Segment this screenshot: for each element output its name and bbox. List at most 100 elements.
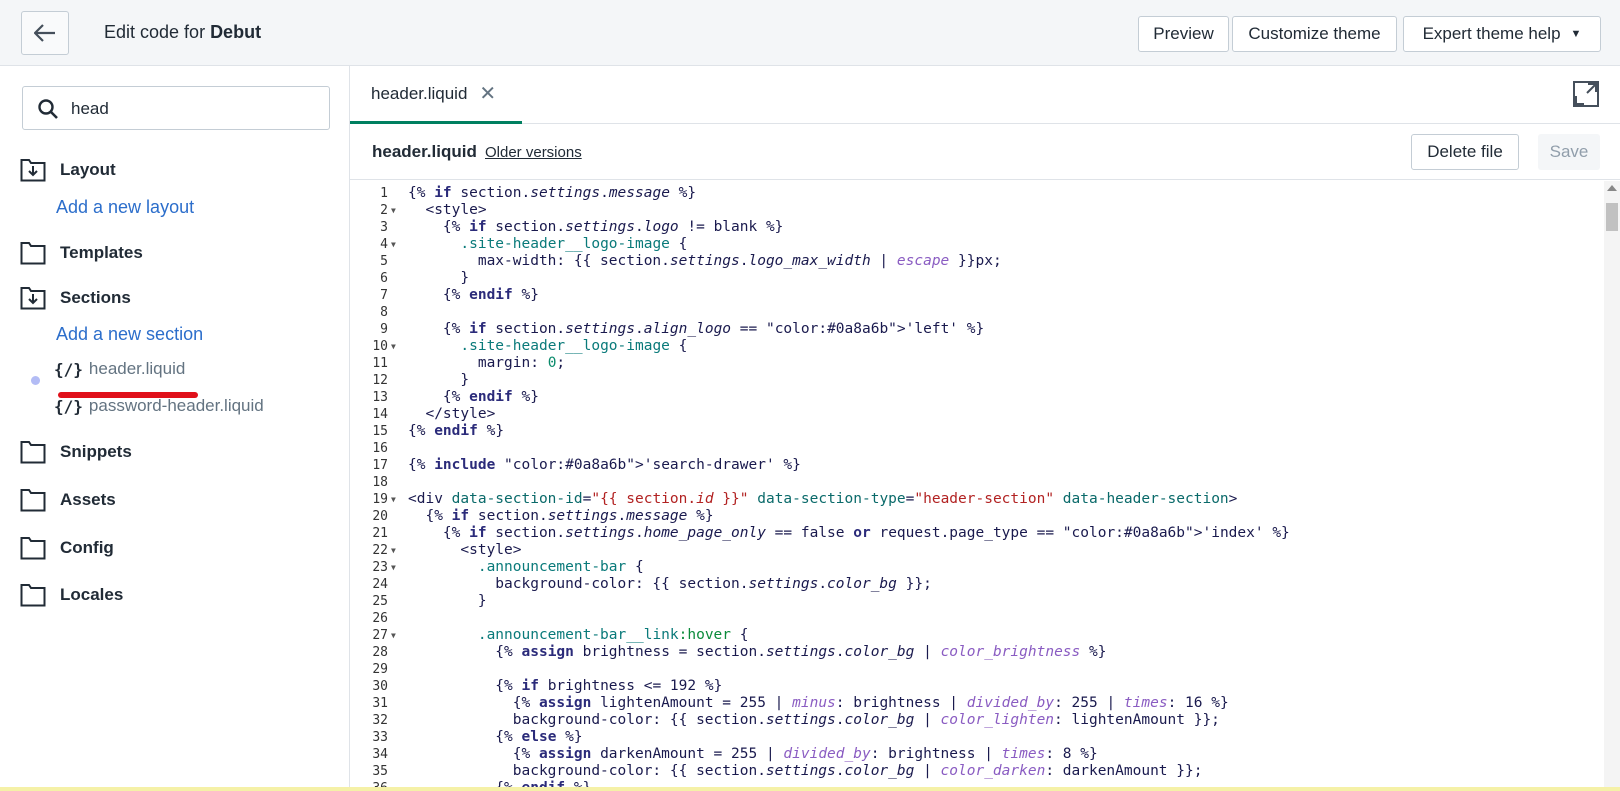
folder-snippets[interactable]: Snippets <box>20 437 132 467</box>
search-value: head <box>71 99 109 118</box>
bottom-edge <box>0 787 1620 791</box>
code-line[interactable]: .announcement-bar { <box>408 559 644 576</box>
line-number: 5 <box>380 254 388 269</box>
search-input[interactable]: head <box>22 86 330 130</box>
fold-arrow-icon[interactable]: ▼ <box>391 236 396 253</box>
line-number: 34 <box>372 747 388 762</box>
vertical-scrollbar[interactable] <box>1604 181 1620 791</box>
line-number: 20 <box>372 509 388 524</box>
code-line[interactable]: background-color: {{ section.settings.co… <box>408 576 932 593</box>
line-number: 22 <box>372 543 388 558</box>
code-line[interactable]: {% assign darkenAmount = 255 | divided_b… <box>408 746 1098 763</box>
code-line[interactable]: {% if section.settings.message %} <box>408 508 713 525</box>
code-line[interactable]: } <box>408 270 469 287</box>
line-number: 35 <box>372 764 388 779</box>
line-number: 3 <box>380 220 388 235</box>
line-number: 15 <box>372 424 388 439</box>
line-number: 11 <box>372 356 388 371</box>
code-line[interactable]: background-color: {{ section.settings.co… <box>408 763 1203 780</box>
modified-dot <box>31 376 40 385</box>
code-line[interactable]: {% if brightness <= 192 %} <box>408 678 722 695</box>
code-line[interactable]: <div data-section-id="{{ section.id }}" … <box>408 491 1237 508</box>
editor-panel: header.liquid ✕ header.liquid Older vers… <box>350 66 1620 791</box>
fold-arrow-icon[interactable]: ▼ <box>391 542 396 559</box>
scroll-up-arrow[interactable] <box>1607 185 1617 191</box>
code-line[interactable]: <style> <box>408 202 486 219</box>
code-line[interactable]: {% if section.settings.home_page_only ==… <box>408 525 1290 542</box>
code-line[interactable]: .site-header__logo-image { <box>408 338 687 355</box>
line-number: 33 <box>372 730 388 745</box>
code-line[interactable]: </style> <box>408 406 495 423</box>
fold-arrow-icon[interactable]: ▼ <box>391 491 396 508</box>
folder-download-icon <box>20 287 46 310</box>
line-number: 12 <box>372 373 388 388</box>
fold-arrow-icon[interactable]: ▼ <box>391 559 396 576</box>
save-button[interactable]: Save <box>1538 134 1600 170</box>
line-number-gutter: 1 2 ▼ 3 4 ▼ 5 6 7 8 9 10 ▼ 11 12 13 14 15 16 17 18 19 ▼ 20 21 22 ▼… <box>350 181 400 791</box>
code-line[interactable]: {% if section.settings.logo != blank %} <box>408 219 784 236</box>
line-number: 14 <box>372 407 388 422</box>
code-line[interactable]: background-color: {{ section.settings.co… <box>408 712 1220 729</box>
expand-icon[interactable] <box>1572 80 1600 108</box>
close-icon[interactable]: ✕ <box>479 81 496 106</box>
code-line[interactable]: {% assign lightenAmount = 255 | minus: b… <box>408 695 1229 712</box>
code-line[interactable]: {% assign brightness = section.settings.… <box>408 644 1106 661</box>
code-line[interactable]: <style> <box>408 542 521 559</box>
fold-arrow-icon[interactable]: ▼ <box>391 627 396 644</box>
back-button[interactable] <box>21 11 69 55</box>
code-line[interactable]: {% include "color:#0a8a6b">'search-drawe… <box>408 457 801 474</box>
search-icon <box>38 99 58 119</box>
code-line[interactable]: } <box>408 593 487 610</box>
code-line[interactable]: {% if section.settings.align_logo == "co… <box>408 321 984 338</box>
code-editor[interactable]: 1 2 ▼ 3 4 ▼ 5 6 7 8 9 10 ▼ 11 12 13 14 15 16 17 18 19 ▼ 20 21 22 ▼… <box>350 181 1620 791</box>
scroll-thumb[interactable] <box>1606 203 1618 231</box>
folder-layout[interactable]: Layout <box>20 155 116 185</box>
fold-arrow-icon[interactable]: ▼ <box>391 202 396 219</box>
folder-templates[interactable]: Templates <box>20 238 143 268</box>
line-number: 10 <box>372 339 388 354</box>
folder-icon <box>20 441 46 464</box>
folder-icon <box>20 489 46 512</box>
line-number: 1 <box>380 186 388 201</box>
preview-button[interactable]: Preview <box>1138 16 1229 52</box>
code-line[interactable]: {% endif %} <box>408 423 504 440</box>
file-password-header-liquid[interactable]: {/} password-header.liquid <box>54 396 264 416</box>
line-number: 28 <box>372 645 388 660</box>
liquid-file-icon: {/} <box>54 359 83 379</box>
tab-header-liquid[interactable]: header.liquid ✕ <box>350 66 522 124</box>
customize-theme-button[interactable]: Customize theme <box>1232 16 1397 52</box>
file-name: header.liquid <box>372 142 477 161</box>
add-section-link[interactable]: Add a new section <box>56 324 203 345</box>
line-number: 29 <box>372 662 388 677</box>
code-line[interactable]: .site-header__logo-image { <box>408 236 687 253</box>
line-number: 18 <box>372 475 388 490</box>
code-line[interactable]: {% endif %} <box>408 389 539 406</box>
line-number: 4 <box>380 237 388 252</box>
folder-locales[interactable]: Locales <box>20 580 123 610</box>
older-versions-link[interactable]: Older versions <box>485 144 582 161</box>
line-number: 25 <box>372 594 388 609</box>
line-number: 24 <box>372 577 388 592</box>
folder-assets[interactable]: Assets <box>20 485 116 515</box>
fold-arrow-icon[interactable]: ▼ <box>391 338 396 355</box>
folder-config[interactable]: Config <box>20 533 114 563</box>
code-line[interactable]: margin: 0; <box>408 355 565 372</box>
folder-sections[interactable]: Sections <box>20 283 131 313</box>
code-line[interactable]: {% endif %} <box>408 287 539 304</box>
add-layout-link[interactable]: Add a new layout <box>56 197 194 218</box>
code-line[interactable]: .announcement-bar__link:hover { <box>408 627 749 644</box>
code-line[interactable]: } <box>408 372 469 389</box>
folder-icon <box>20 242 46 265</box>
delete-file-button[interactable]: Delete file <box>1411 134 1519 170</box>
line-number: 27 <box>372 628 388 643</box>
line-number: 2 <box>380 203 388 218</box>
code-line[interactable]: max-width: {{ section.settings.logo_max_… <box>408 253 1002 270</box>
code-line[interactable]: {% else %} <box>408 729 582 746</box>
line-number: 9 <box>380 322 388 337</box>
file-sidebar: head Layout Add a new layout Templates S… <box>0 66 350 791</box>
line-number: 8 <box>380 305 388 320</box>
expert-theme-help-button[interactable]: Expert theme help ▼ <box>1403 16 1601 52</box>
code-line[interactable]: {% if section.settings.message %} <box>408 185 696 202</box>
file-header-liquid[interactable]: {/} header.liquid <box>54 359 185 379</box>
caret-down-icon: ▼ <box>1570 28 1582 40</box>
